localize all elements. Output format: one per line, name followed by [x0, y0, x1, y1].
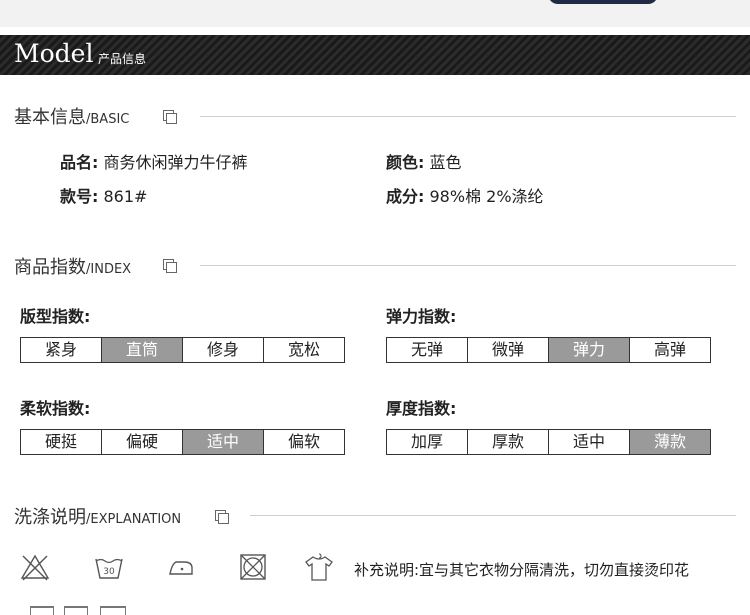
do-not-bleach-icon — [20, 554, 50, 581]
explanation-title-cn: 洗涤说明 — [14, 507, 86, 528]
section-divider — [250, 515, 736, 516]
next-icon-fragment — [100, 606, 126, 615]
style-no-value: 861# — [103, 187, 148, 206]
fit-index-scale: 紧身 直筒 修身 宽松 — [20, 337, 345, 363]
thickness-option: 适中 — [549, 430, 630, 454]
header-model-title: Model — [14, 39, 94, 68]
section-divider — [200, 116, 736, 117]
explanation-title-en: /EXPLANATION — [86, 512, 182, 527]
product-color: 颜色: 蓝色 — [386, 149, 462, 173]
thickness-option-selected: 薄款 — [630, 430, 710, 454]
copy-icon — [163, 259, 177, 273]
fit-option: 宽松 — [264, 338, 344, 362]
material-label: 成分: — [386, 187, 425, 206]
wash-30-icon: 30 — [95, 558, 123, 579]
softness-option: 硬挺 — [21, 430, 102, 454]
do-not-tumble-dry-icon — [240, 554, 266, 580]
product-color-value: 蓝色 — [429, 153, 462, 172]
softness-option: 偏硬 — [102, 430, 183, 454]
header-banner: Model 产品信息 — [0, 35, 750, 75]
wash-temp-text: 30 — [103, 567, 115, 577]
fit-index-label: 版型指数: — [20, 307, 91, 326]
index-section-title: 商品指数/INDEX — [14, 253, 131, 279]
copy-icon — [215, 510, 229, 524]
explanation-section-title: 洗涤说明/EXPLANATION — [14, 503, 181, 529]
product-image-strip — [0, 0, 750, 27]
fit-option: 修身 — [183, 338, 264, 362]
fit-option-selected: 直筒 — [102, 338, 183, 362]
product-name-value: 商务休闲弹力牛仔裤 — [103, 153, 248, 172]
basic-title-cn: 基本信息 — [14, 107, 86, 128]
thickness-option: 加厚 — [387, 430, 468, 454]
basic-section-title: 基本信息/BASIC — [14, 103, 129, 129]
hang-dry-icon — [305, 553, 333, 581]
stretch-option-selected: 弹力 — [549, 338, 630, 362]
softness-index-label: 柔软指数: — [20, 399, 91, 418]
copy-icon — [163, 110, 177, 124]
stretch-option: 高弹 — [630, 338, 710, 362]
thickness-option: 厚款 — [468, 430, 549, 454]
thickness-index-label: 厚度指数: — [386, 399, 457, 418]
section-divider — [200, 265, 736, 266]
next-icon-fragment — [64, 606, 88, 615]
next-icon-fragment — [30, 606, 54, 615]
product-style-no: 款号: 861# — [60, 183, 147, 207]
washing-note: 补充说明:宜与其它衣物分隔清洗，切勿直接烫印花 — [354, 561, 690, 579]
basic-title-en: /BASIC — [86, 112, 130, 127]
fit-option: 紧身 — [21, 338, 102, 362]
index-title-en: /INDEX — [86, 262, 132, 277]
stretch-option: 无弹 — [387, 338, 468, 362]
material-value: 98%棉 2%涤纶 — [429, 187, 544, 206]
product-color-label: 颜色: — [386, 153, 425, 172]
softness-option: 偏软 — [264, 430, 344, 454]
jeans-photo-edge — [548, 0, 658, 4]
stretch-option: 微弹 — [468, 338, 549, 362]
stretch-index-label: 弹力指数: — [386, 307, 457, 326]
index-title-cn: 商品指数 — [14, 257, 86, 278]
softness-option-selected: 适中 — [183, 430, 264, 454]
thickness-index-scale: 加厚 厚款 适中 薄款 — [386, 429, 711, 455]
product-name: 品名: 商务休闲弹力牛仔裤 — [60, 149, 248, 173]
style-no-label: 款号: — [60, 187, 99, 206]
iron-low-icon — [169, 561, 193, 575]
product-material: 成分: 98%棉 2%涤纶 — [386, 183, 544, 207]
product-name-label: 品名: — [60, 153, 99, 172]
stretch-index-scale: 无弹 微弹 弹力 高弹 — [386, 337, 711, 363]
softness-index-scale: 硬挺 偏硬 适中 偏软 — [20, 429, 345, 455]
header-subtitle: 产品信息 — [98, 52, 147, 66]
